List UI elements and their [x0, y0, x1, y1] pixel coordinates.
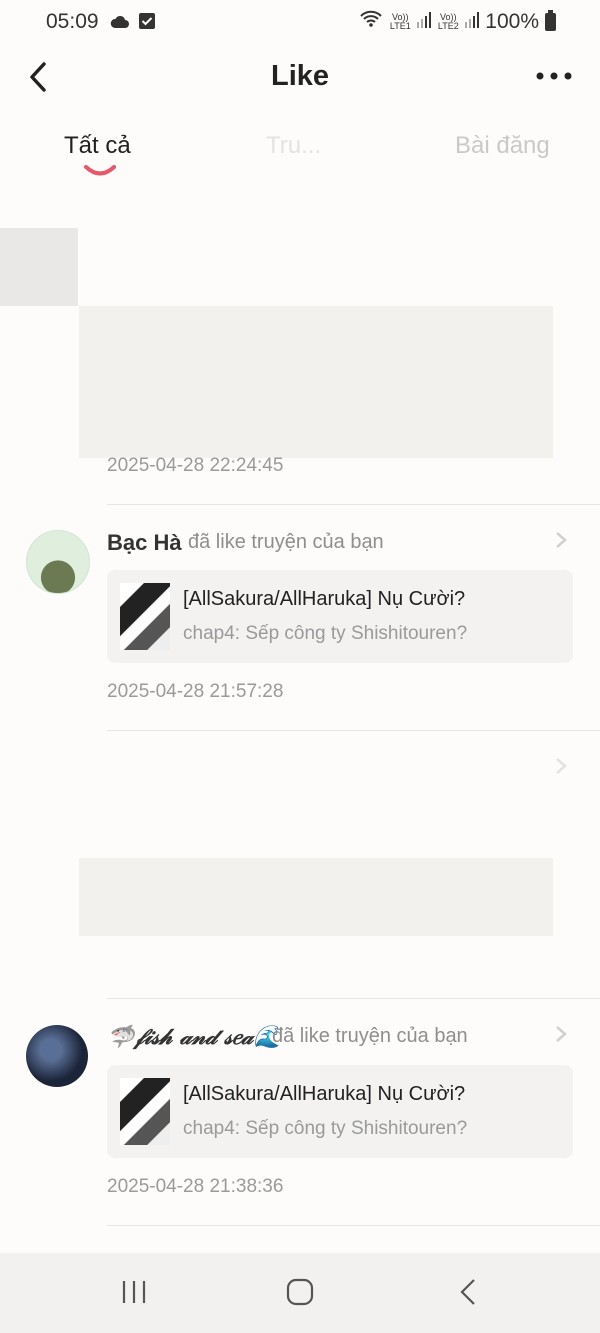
- chapter-title: chap4: Sếp công ty Shishitouren?: [183, 1118, 468, 1139]
- checkbox-notification-icon: [138, 12, 156, 36]
- back-nav-icon[interactable]: [456, 1277, 480, 1312]
- story-card[interactable]: [AllSakura/AllHaruka] Nụ Cười? chap4: Sế…: [107, 570, 573, 663]
- chevron-right-icon[interactable]: [554, 1024, 568, 1044]
- tab-posts[interactable]: Bài đăng: [455, 132, 550, 160]
- cloud-icon: [110, 12, 130, 36]
- sim1-indicator: Vo)) LTE1: [389, 12, 411, 31]
- redacted-card: [79, 858, 553, 936]
- tab-all[interactable]: Tất cả: [64, 132, 131, 160]
- user-name[interactable]: 🦈𝒻𝒾𝓈𝒽 𝒶𝓃𝒹 𝓈𝑒𝒶🌊: [107, 1024, 281, 1050]
- more-options-icon[interactable]: [536, 66, 572, 86]
- header: Like: [0, 48, 600, 108]
- chevron-right-icon[interactable]: [554, 530, 568, 550]
- recent-apps-icon[interactable]: [120, 1278, 148, 1311]
- chevron-right-icon[interactable]: [554, 756, 568, 776]
- divider: [107, 730, 600, 731]
- story-title: [AllSakura/AllHaruka] Nụ Cười?: [183, 588, 466, 610]
- wifi-icon: [359, 10, 383, 34]
- page-title: Like: [270, 60, 330, 92]
- divider: [107, 504, 600, 505]
- avatar[interactable]: [26, 1025, 88, 1087]
- redacted-card: [79, 306, 553, 458]
- tab-bar: Tất cả Tru... Bài đăng: [0, 128, 600, 188]
- redacted-area: [0, 228, 78, 306]
- story-cover: [120, 583, 170, 650]
- status-time: 05:09: [46, 10, 99, 33]
- signal1-icon: [417, 10, 432, 34]
- divider: [107, 998, 600, 999]
- sim2-indicator: Vo)) LTE2: [437, 12, 459, 31]
- user-name[interactable]: Bạc Hà: [107, 530, 182, 556]
- timestamp: 2025-04-28 21:38:36: [107, 1176, 284, 1197]
- divider: [107, 1225, 600, 1226]
- avatar[interactable]: [26, 530, 90, 594]
- action-text: đã like truyện của bạn: [272, 1025, 468, 1047]
- tab-stories[interactable]: Tru...: [266, 132, 321, 160]
- system-nav-bar: [0, 1253, 600, 1333]
- story-title: [AllSakura/AllHaruka] Nụ Cười?: [183, 1083, 466, 1105]
- home-icon[interactable]: [286, 1278, 314, 1311]
- battery-percent: 100%: [485, 10, 539, 33]
- story-card[interactable]: [AllSakura/AllHaruka] Nụ Cười? chap4: Sế…: [107, 1065, 573, 1158]
- timestamp: 2025-04-28 22:24:45: [107, 455, 284, 476]
- signal2-icon: [465, 10, 480, 34]
- status-bar: 05:09 Vo)) LTE1 Vo)) LTE2 100%: [0, 0, 600, 44]
- story-cover: [120, 1078, 170, 1145]
- action-text: đã like truyện của bạn: [188, 531, 384, 553]
- active-tab-indicator: [84, 164, 116, 178]
- battery-icon: [545, 10, 556, 31]
- timestamp: 2025-04-28 21:57:28: [107, 681, 284, 702]
- chapter-title: chap4: Sếp công ty Shishitouren?: [183, 623, 468, 644]
